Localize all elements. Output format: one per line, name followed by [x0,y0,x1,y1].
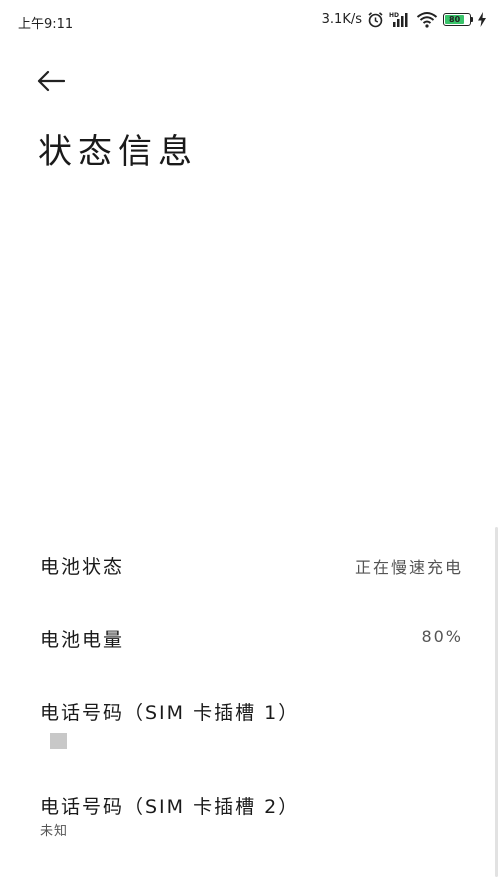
phone-number-sim1-row[interactable]: 电话号码（SIM 卡插槽 1） [0,693,500,753]
back-button[interactable] [34,66,68,96]
battery-status-value: 正在慢速充电 [354,558,463,577]
status-bar: 上午9:11 3.1K/s HD 80 [0,0,500,44]
wifi-icon [416,11,438,28]
battery-level: 80 [445,15,465,24]
status-time: 上午9:11 [18,17,74,32]
charging-icon [478,12,486,27]
battery-status-label: 电池状态 [40,556,125,578]
phone-number-sim2-row[interactable]: 电话号码（SIM 卡插槽 2） 未知 [0,787,500,847]
arrow-left-icon [37,70,65,92]
phone-number-sim1-label: 电话号码（SIM 卡插槽 1） [40,702,300,724]
signal-hd-icon: HD [389,11,411,28]
svg-text:HD: HD [389,12,399,19]
battery-level-value: 80% [421,627,463,646]
phone-number-sim1-value-placeholder [50,733,67,749]
status-info-screen: 上午9:11 3.1K/s HD 80 状态信息 电池状态 正在慢速充电 电池电… [0,0,500,888]
status-icons: 3.1K/s HD 80 [322,11,486,28]
phone-number-sim2-label: 电话号码（SIM 卡插槽 2） [40,796,300,818]
phone-number-sim2-value: 未知 [40,824,69,839]
battery-level-label: 电池电量 [40,629,125,651]
page-title: 状态信息 [38,132,198,172]
battery-status-row[interactable]: 电池状态 正在慢速充电 [0,548,500,588]
battery-level-row[interactable]: 电池电量 80% [0,620,500,660]
scrollbar[interactable] [495,527,498,877]
battery-icon: 80 [443,13,473,26]
alarm-icon [367,11,384,28]
network-speed: 3.1K/s [321,12,362,27]
